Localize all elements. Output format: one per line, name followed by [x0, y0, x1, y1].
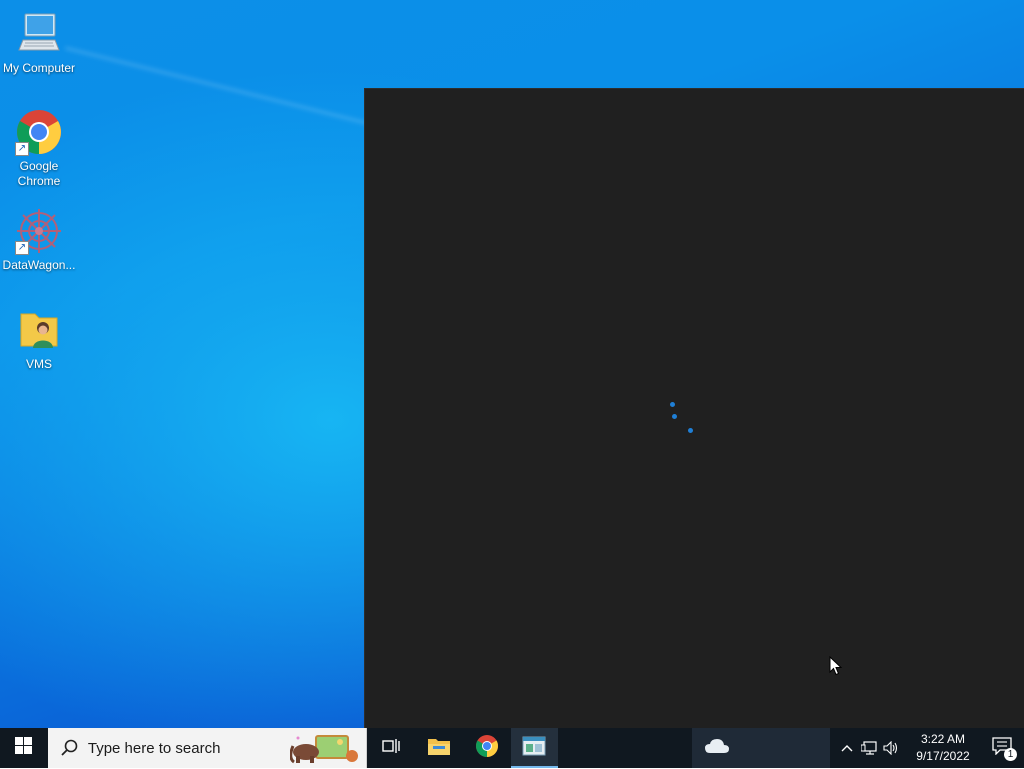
taskbar: Type here to search 3:22 AM 9/17/2022 1 [0, 728, 1024, 768]
desktop-icon-datawagon[interactable]: ↗ DataWagon... [0, 207, 78, 273]
app-window-icon [522, 736, 546, 761]
network-icon[interactable] [858, 728, 880, 768]
desktop-icon-my-computer[interactable]: My Computer [0, 10, 78, 76]
active-app-taskbar-button[interactable] [510, 728, 559, 768]
shortcut-arrow-icon: ↗ [15, 142, 29, 156]
search-highlight-illustration-icon [289, 732, 360, 769]
search-icon [60, 739, 78, 757]
action-center-button[interactable]: 1 [980, 728, 1024, 768]
chrome-taskbar-button[interactable] [463, 728, 511, 768]
computer-icon [15, 10, 63, 58]
file-explorer-button[interactable] [415, 728, 463, 768]
search-placeholder: Type here to search [87, 739, 221, 757]
spinner-dot [688, 428, 693, 433]
desktop-icon-label: Google Chrome [17, 159, 61, 188]
desktop-icon-vms[interactable]: VMS [0, 306, 78, 372]
task-view-button[interactable] [367, 728, 415, 768]
start-button[interactable] [0, 728, 48, 768]
folder-user-icon [15, 306, 63, 354]
shortcut-arrow-icon: ↗ [15, 241, 29, 255]
clock[interactable]: 3:22 AM 9/17/2022 [906, 731, 980, 765]
task-view-icon [382, 738, 400, 759]
volume-icon[interactable] [880, 728, 902, 768]
taskbar-search-box[interactable]: Type here to search [47, 728, 367, 769]
chevron-up-icon[interactable] [836, 728, 858, 768]
chrome-icon: ↗ [15, 108, 63, 156]
notification-count-badge: 1 [1003, 748, 1017, 761]
cloud-icon [704, 737, 730, 760]
chrome-icon [475, 734, 499, 763]
clock-time: 3:22 AM [920, 732, 965, 746]
windows-logo-icon [15, 737, 33, 759]
desktop-icon-google-chrome[interactable]: ↗ Google Chrome [0, 108, 78, 189]
desktop-background: My Computer ↗ Google Chrome ↗ DataWagon.… [0, 0, 1024, 728]
loading-app-window[interactable] [364, 88, 1024, 728]
desktop-icon-label: VMS [25, 357, 52, 371]
clock-date: 9/17/2022 [916, 749, 970, 763]
light-beam-decoration [64, 46, 416, 137]
folder-icon [427, 736, 451, 761]
spinner-dot [672, 414, 677, 419]
mouse-cursor-icon [829, 655, 843, 681]
desktop-icon-label: DataWagon... [2, 258, 76, 272]
weather-widget[interactable] [692, 728, 830, 768]
system-tray: 3:22 AM 9/17/2022 1 [836, 728, 1024, 768]
desktop-icon-label: My Computer [2, 61, 76, 75]
datawagon-icon: ↗ [15, 207, 63, 255]
spinner-dot [670, 402, 675, 407]
